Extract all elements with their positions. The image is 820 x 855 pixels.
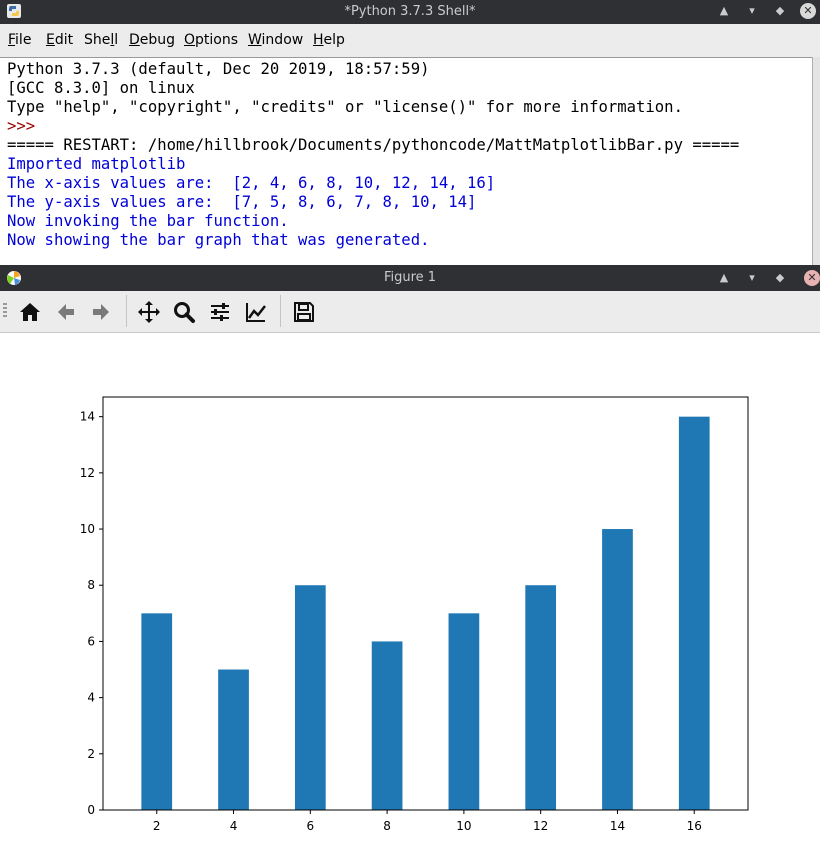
bar — [602, 529, 633, 810]
shell-line: Type "help", "copyright", "credits" or "… — [7, 98, 683, 116]
y-tick-label: 6 — [87, 634, 95, 648]
toolbar-grip[interactable] — [3, 303, 7, 319]
minimize-button[interactable]: ▾ — [744, 3, 760, 19]
pan-icon[interactable] — [137, 300, 161, 324]
menu-debug[interactable]: Debug — [129, 32, 175, 48]
bar — [371, 641, 403, 810]
maximize-button[interactable]: ◆ — [772, 270, 788, 286]
x-tick-label: 2 — [153, 819, 161, 833]
menu-file[interactable]: File — [8, 32, 31, 48]
close-button[interactable]: ✕ — [800, 3, 816, 19]
idle-titlebar: *Python 3.7.3 Shell* ▲ ▾ ◆ ✕ — [0, 0, 820, 24]
y-tick-label: 2 — [87, 747, 95, 761]
window-shade-button[interactable]: ▲ — [716, 3, 732, 19]
edit-axis-icon[interactable] — [244, 300, 268, 324]
shell-line: Imported matplotlib — [7, 155, 186, 173]
bar-chart: 2 4 6 8 10 12 14 16 0 2 4 6 8 10 12 14 — [80, 396, 749, 833]
save-icon[interactable] — [292, 300, 316, 324]
bar — [525, 585, 557, 810]
menu-window[interactable]: Window — [248, 32, 303, 48]
shell-line: Now showing the bar graph that was gener… — [7, 231, 430, 249]
figure-canvas[interactable]: 2 4 6 8 10 12 14 16 0 2 4 6 8 10 12 14 — [0, 333, 820, 855]
minimize-button[interactable]: ▾ — [744, 270, 760, 286]
shell-output[interactable]: Python 3.7.3 (default, Dec 20 2019, 18:5… — [0, 57, 813, 266]
forward-icon[interactable] — [89, 300, 113, 324]
shell-line: Now invoking the bar function. — [7, 212, 289, 230]
axes-frame — [102, 396, 749, 811]
y-tick-label: 10 — [80, 522, 95, 536]
bar — [448, 613, 480, 810]
y-tick-label: 0 — [87, 803, 95, 817]
configure-subplots-icon[interactable] — [208, 300, 232, 324]
x-tick-label: 6 — [307, 819, 315, 833]
bar — [218, 669, 249, 810]
back-icon[interactable] — [54, 300, 78, 324]
y-tick-label: 12 — [80, 466, 95, 480]
bar — [678, 416, 710, 810]
shell-line: The y-axis values are: [7, 5, 8, 6, 7, 8… — [7, 193, 477, 211]
menu-edit[interactable]: Edit — [46, 32, 73, 48]
x-tick-label: 8 — [383, 819, 391, 833]
menu-help[interactable]: Help — [313, 32, 345, 48]
bar — [141, 613, 173, 810]
shell-line: ===== RESTART: /home/hillbrook/Documents… — [7, 136, 740, 154]
shell-line: Python 3.7.3 (default, Dec 20 2019, 18:5… — [7, 60, 430, 78]
y-tick-label: 14 — [80, 410, 95, 424]
x-tick-label: 14 — [610, 819, 625, 833]
zoom-icon[interactable] — [172, 300, 196, 324]
window-shade-button[interactable]: ▲ — [716, 270, 732, 286]
close-button[interactable]: ✕ — [804, 270, 820, 286]
window-title: Figure 1 — [383, 270, 437, 285]
window-title: *Python 3.7.3 Shell* — [344, 4, 476, 19]
maximize-button[interactable]: ◆ — [772, 3, 788, 19]
shell-line: >>> — [7, 117, 45, 135]
y-tick-label: 8 — [87, 578, 95, 592]
toolbar-separator — [126, 295, 127, 327]
home-icon[interactable] — [18, 300, 42, 324]
menu-options[interactable]: Options — [184, 32, 238, 48]
x-tick-label: 4 — [230, 819, 238, 833]
figure-titlebar: Figure 1 ▲ ▾ ◆ ✕ — [0, 265, 820, 291]
toolbar-separator — [280, 295, 281, 327]
shell-line: The x-axis values are: [2, 4, 6, 8, 10, … — [7, 174, 496, 192]
shell-scrollbar[interactable] — [812, 57, 820, 265]
y-tick-label: 4 — [87, 691, 95, 705]
shell-line: [GCC 8.3.0] on linux — [7, 79, 195, 97]
figure-toolbar — [0, 291, 820, 333]
menu-shell[interactable]: Shell — [84, 32, 118, 48]
bar — [294, 585, 326, 810]
x-tick-label: 10 — [456, 819, 471, 833]
menu-bar: File Edit Shell Debug Options Window Hel… — [0, 24, 820, 58]
x-tick-label: 12 — [533, 819, 548, 833]
x-tick-label: 16 — [687, 819, 702, 833]
